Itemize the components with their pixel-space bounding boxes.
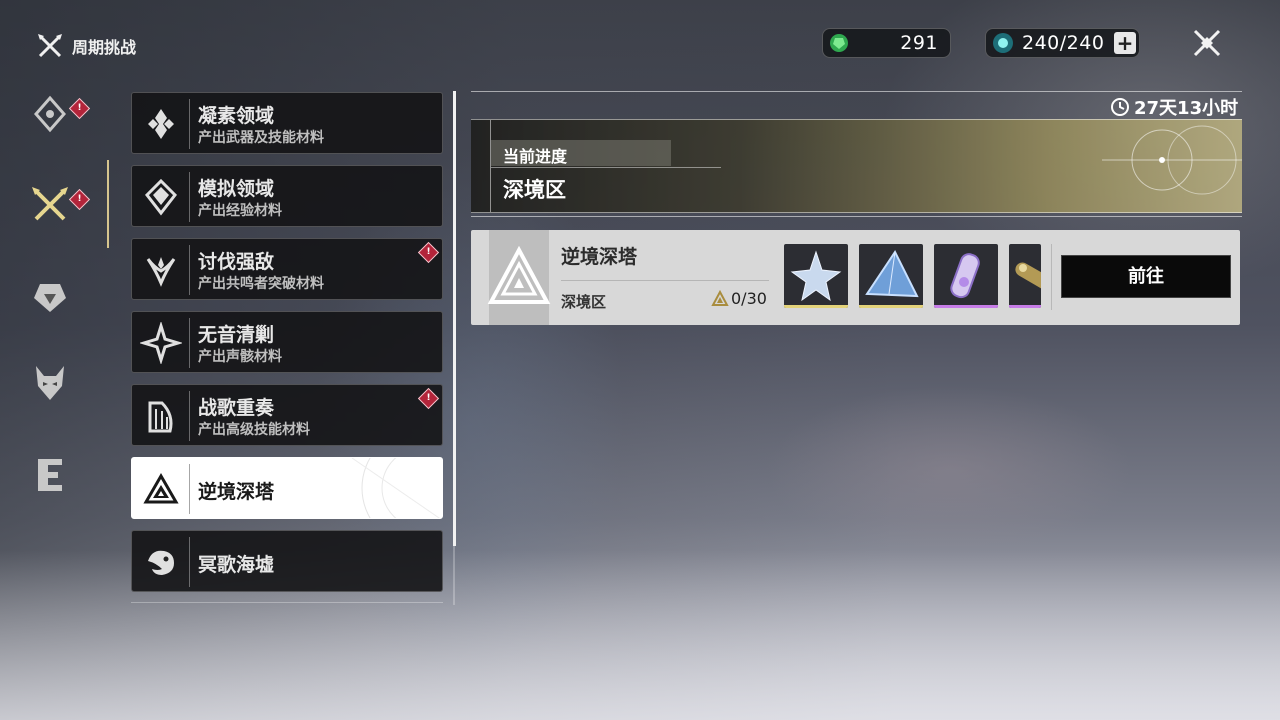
- rail-crossed-swords-icon[interactable]: [30, 185, 70, 225]
- challenge-icon-box: [487, 230, 551, 325]
- reward-item-4[interactable]: [1009, 244, 1041, 308]
- menu-item-divider: [189, 391, 190, 441]
- menu-item-name: 讨伐强敌: [198, 251, 275, 273]
- menu-item-name: 凝素领域: [198, 105, 275, 127]
- progress-label: 当前进度: [503, 147, 568, 166]
- sea-creature-icon: [148, 550, 174, 575]
- menu-item-divider: [189, 99, 190, 149]
- banner-ornament: [1102, 125, 1242, 195]
- reward-rarity-bar: [1009, 305, 1041, 308]
- menu-item-desc: 产出共鸣者突破材料: [198, 276, 324, 292]
- golden-rod-icon: [1015, 262, 1041, 290]
- sparkle-icon: [140, 322, 182, 364]
- page-title: 周期挑战: [36, 32, 136, 60]
- triangle-tower-icon: [143, 472, 179, 504]
- goto-button[interactable]: 前往: [1061, 255, 1231, 298]
- menu-bottom-divider: [131, 602, 443, 603]
- crossed-swords-icon: [38, 34, 62, 58]
- rail-shield-icon[interactable]: [30, 276, 70, 316]
- rail-demon-mask-icon[interactable]: [30, 362, 70, 402]
- menu-alert-badge: !: [417, 387, 440, 410]
- menu-scrollbar[interactable]: [453, 91, 456, 546]
- clock-icon: [1111, 98, 1129, 116]
- menu-item-abyss-sea[interactable]: 冥歌海墟: [131, 530, 443, 592]
- close-icon[interactable]: [1188, 24, 1226, 62]
- panel-top-divider: [471, 91, 1242, 92]
- rail-gate-icon[interactable]: [30, 455, 70, 495]
- reset-timer-text: 27天13小时: [1134, 98, 1239, 119]
- currency-box-2[interactable]: 240/240 +: [985, 28, 1140, 58]
- menu-item-battle-song[interactable]: 战歌重奏 产出高级技能材料 !: [131, 384, 443, 446]
- reward-rarity-bar: [934, 305, 998, 308]
- menu-item-boss[interactable]: 讨伐强敌 产出共鸣者突破材料 !: [131, 238, 443, 300]
- menu-item-name: 逆境深塔: [198, 481, 275, 503]
- menu-item-divider: [189, 245, 190, 295]
- challenge-count-text: 0/30: [731, 289, 767, 308]
- currency-2-amount: 240/240: [1022, 32, 1105, 54]
- menu-item-divider: [189, 172, 190, 222]
- challenge-card[interactable]: 逆境深塔 深境区 0/30 前往: [471, 230, 1240, 325]
- star-crystal-icon: [790, 250, 842, 302]
- green-crystal-icon: [830, 34, 848, 52]
- menu-item-desc: 产出经验材料: [198, 203, 282, 219]
- rail-diamond-icon[interactable]: [30, 94, 70, 134]
- triangle-tower-icon: [487, 246, 551, 304]
- menu-item-divider: [189, 464, 190, 514]
- card-divider: [1051, 244, 1052, 310]
- menu-item-name: 冥歌海墟: [198, 554, 275, 576]
- forgery-icon: [148, 109, 174, 139]
- harp-icon: [148, 401, 173, 433]
- rail-active-indicator: [107, 160, 109, 248]
- challenge-title-underline: [561, 280, 769, 281]
- menu-item-divider: [189, 318, 190, 368]
- reward-item-2[interactable]: [859, 244, 923, 308]
- currency-1-amount: 291: [900, 32, 938, 54]
- add-currency-button[interactable]: +: [1114, 32, 1136, 54]
- menu-item-name: 模拟领域: [198, 178, 275, 200]
- menu-item-desc: 产出高级技能材料: [198, 422, 310, 438]
- purple-tube-icon: [950, 253, 980, 299]
- menu-item-divider: [189, 537, 190, 587]
- challenge-zone: 深境区: [561, 293, 607, 311]
- decorative-circle-pattern: [351, 458, 440, 518]
- progress-label-underline: [491, 167, 721, 168]
- menu-alert-badge: !: [417, 241, 440, 264]
- menu-item-silent-purge[interactable]: 无音清剿 产出声骸材料: [131, 311, 443, 373]
- banner-bottom-divider: [471, 216, 1242, 217]
- menu-item-simulation[interactable]: 模拟领域 产出经验材料: [131, 165, 443, 227]
- reward-rarity-bar: [859, 305, 923, 308]
- menu-item-name: 无音清剿: [198, 324, 275, 346]
- reward-item-3[interactable]: [934, 244, 998, 308]
- reward-rarity-bar: [784, 305, 848, 308]
- page-title-text: 周期挑战: [72, 38, 137, 57]
- menu-item-name: 战歌重奏: [198, 397, 275, 419]
- progress-zone: 深境区: [503, 178, 566, 202]
- challenge-title: 逆境深塔: [561, 246, 638, 268]
- menu-item-forgery[interactable]: 凝素领域 产出武器及技能材料: [131, 92, 443, 154]
- tower-token-icon: [711, 289, 729, 306]
- teal-crystal-icon: [993, 33, 1013, 53]
- blue-shard-icon: [865, 250, 919, 298]
- reset-timer: 27天13小时: [1110, 94, 1238, 120]
- challenge-count: 0/30: [711, 289, 767, 308]
- menu-item-desc: 产出武器及技能材料: [198, 130, 324, 146]
- menu-item-desc: 产出声骸材料: [198, 349, 282, 365]
- menu-item-tower[interactable]: 逆境深塔: [131, 457, 443, 519]
- reward-item-1[interactable]: [784, 244, 848, 308]
- currency-box-1[interactable]: 291: [822, 28, 951, 58]
- simulation-icon: [145, 178, 177, 216]
- progress-banner: 当前进度 深境区: [471, 119, 1242, 213]
- claw-icon: [146, 257, 176, 287]
